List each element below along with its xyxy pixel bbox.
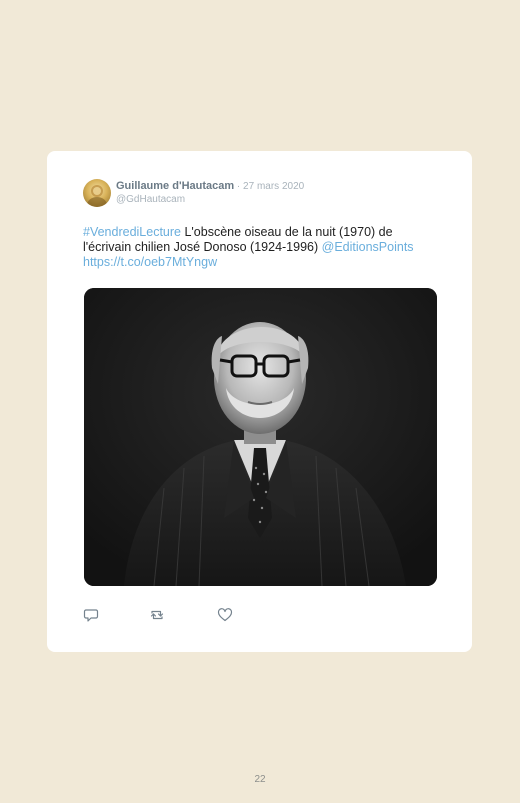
portrait-image [84, 288, 437, 586]
mention-link[interactable]: @EditionsPoints [322, 240, 414, 254]
heart-icon [217, 608, 233, 622]
reply-icon [83, 609, 99, 622]
avatar[interactable] [83, 179, 111, 207]
page-number: 22 [254, 774, 266, 785]
author-line: Guillaume d'Hautacam · 27 mars 2020 [116, 180, 304, 193]
reply-button[interactable] [83, 607, 99, 623]
like-button[interactable] [217, 607, 233, 623]
author-handle[interactable]: @GdHautacam [116, 194, 185, 206]
author-name[interactable]: Guillaume d'Hautacam [116, 180, 234, 192]
tweet-photo[interactable] [84, 288, 437, 586]
avatar-image [87, 185, 107, 207]
retweet-icon [150, 610, 164, 620]
tweet-text: #VendrediLecture L'obscène oiseau de la … [83, 225, 443, 270]
tweet-card: Guillaume d'Hautacam · 27 mars 2020 @GdH… [47, 151, 472, 652]
url-link[interactable]: https://t.co/oeb7MtYngw [83, 255, 217, 269]
retweet-button[interactable] [149, 607, 165, 623]
post-date[interactable]: 27 mars 2020 [243, 181, 304, 192]
separator: · [234, 181, 244, 192]
hashtag-link[interactable]: #VendrediLecture [83, 225, 181, 239]
